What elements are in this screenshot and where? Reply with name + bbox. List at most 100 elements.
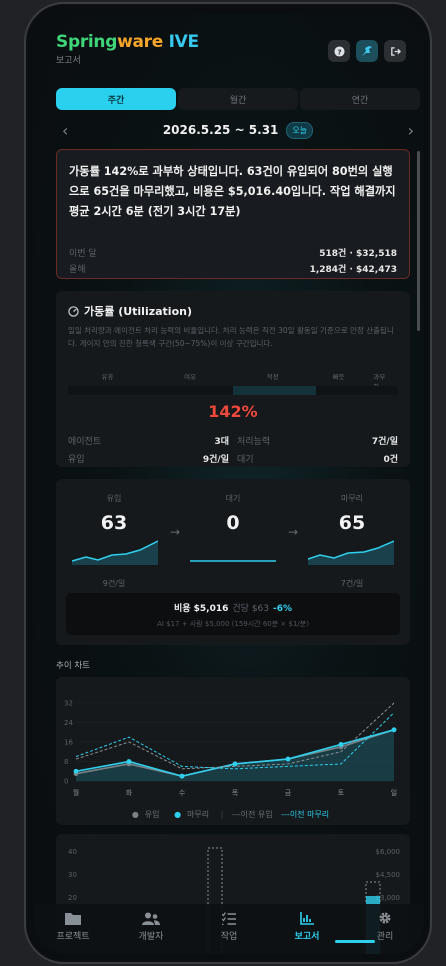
brand-ware: ware (117, 32, 163, 52)
legend-inflow-label: 유입 (144, 810, 160, 819)
utilization-card: 가동률 (Utilization) 일일 처리량과 에이전트 처리 능력의 비율… (56, 291, 410, 467)
data-point (391, 727, 397, 733)
summary-value: 518건 · $32,518 (319, 249, 397, 259)
nav-developers[interactable]: 개발자 (112, 904, 190, 954)
logout-button[interactable] (384, 40, 406, 62)
stat-value: 7건/일 (371, 437, 398, 447)
nav-tasks[interactable]: 작업 (190, 904, 268, 954)
chart-legend: ● 유입 ● 마무리 | ---이전 유입 ---이전 마무리 (34, 809, 424, 820)
nav-admin[interactable]: 관리 (346, 904, 424, 954)
today-badge[interactable]: 오늘 (286, 121, 314, 139)
inflow-sparkline (72, 540, 158, 565)
bird-button[interactable] (356, 40, 378, 62)
x-tick-label: 일 (391, 788, 397, 797)
chevron-left-icon[interactable]: ‹ (62, 121, 68, 140)
data-point (179, 773, 185, 779)
cost-chart-left-tick: 30 (68, 871, 77, 879)
nav-label: 개발자 (138, 932, 164, 942)
utilization-description: 일일 처리량과 에이전트 처리 능력의 비율입니다. 처리 능력은 직전 30일… (68, 326, 394, 348)
flow-card: 유입 63 9건/일 → 대기 0 → 마무리 65 7건/일 비용 $5,01… (56, 479, 410, 645)
flow-label: 대기 (225, 494, 241, 503)
data-point (126, 759, 132, 764)
legend-prev-inflow[interactable]: ---이전 유입 (232, 810, 273, 819)
legend-inflow[interactable]: ● 유입 (129, 810, 163, 819)
report-icon (300, 911, 314, 925)
scrollbar[interactable] (417, 151, 420, 331)
app-header: Springware IVE 보고서 ? (56, 32, 406, 72)
gauge-label: 여유 (184, 373, 197, 381)
cost-chart-left-tick: 40 (68, 848, 77, 856)
legend-done[interactable]: ● 마무리 (171, 810, 212, 819)
stat-value: 0건 (383, 455, 398, 465)
stat-value: 9건/일 (202, 455, 229, 465)
cost-breakdown: AI $17 + 사람 $5,000 (159시간 60분 × $1/분) (157, 620, 309, 628)
data-point (338, 742, 344, 747)
stat-value: 3대 (214, 437, 229, 447)
app-screen: Springware IVE 보고서 ? 주간 월간 연간 ‹ 2026.5.2… (34, 14, 424, 954)
brand-ive: IVE (168, 32, 200, 52)
y-tick-label: 8 (64, 758, 68, 766)
utilization-percent: 142% (208, 402, 258, 421)
stat-label: 대기 (237, 455, 254, 465)
help-button[interactable]: ? (328, 40, 350, 62)
gauge-labels: 유휴 여유 적정 빠듯 과부하 (68, 371, 398, 391)
brand-spring: Spring (56, 32, 118, 52)
nav-projects[interactable]: 프로젝트 (34, 904, 112, 954)
svg-text:?: ? (337, 47, 341, 56)
nav-label: 작업 (220, 932, 238, 942)
cost-total: 비용 $5,016 (173, 604, 229, 614)
summary-row-month: 이번 달 518건 · $32,518 (69, 246, 397, 259)
nav-active-indicator (335, 940, 375, 943)
x-tick-label: 토 (338, 789, 345, 797)
flow-rate: 7건/일 (340, 579, 364, 588)
checklist-icon (222, 911, 236, 925)
summary-value: 1,284건 · $42,473 (309, 265, 397, 275)
cost-per-item: 건당 $63 (232, 604, 270, 614)
chevron-right-icon[interactable]: › (408, 121, 414, 140)
cost-change: -6% (273, 604, 293, 614)
logout-icon (390, 46, 401, 56)
flow-value: 0 (226, 512, 240, 534)
legend-prev-done[interactable]: ---이전 마무리 (281, 810, 329, 819)
flow-value: 63 (100, 512, 128, 534)
data-point (232, 761, 238, 767)
x-tick-label: 수 (179, 789, 186, 797)
tab-monthly[interactable]: 월간 (178, 88, 298, 110)
x-tick-label: 월 (73, 788, 79, 797)
flow-label: 마무리 (340, 494, 364, 503)
tab-yearly[interactable]: 연간 (300, 88, 420, 110)
utilization-gauge (68, 386, 398, 395)
y-tick-label: 32 (64, 700, 73, 708)
gauge-label: 유휴 (101, 373, 114, 381)
cost-chart-right-tick: $6,000 (376, 848, 401, 856)
gauge-icon (68, 305, 79, 317)
cost-summary: 비용 $5,016 건당 $63 -6% AI $17 + 사람 $5,000 (1… (66, 593, 400, 635)
data-point (285, 756, 291, 762)
device-frame: Springware IVE 보고서 ? 주간 월간 연간 ‹ 2026.5.2… (24, 2, 432, 964)
nav-label: 프로젝트 (56, 932, 90, 942)
y-tick-label: 16 (64, 739, 73, 747)
help-icon: ? (333, 45, 345, 57)
trend-title: 추이 차트 (56, 661, 90, 671)
tab-weekly[interactable]: 주간 (56, 88, 176, 110)
summary-label: 이번 달 (69, 249, 97, 259)
legend-separator: | (220, 810, 224, 819)
x-tick-label: 화 (126, 789, 133, 797)
x-tick-label: 목 (232, 789, 239, 797)
users-icon (142, 912, 160, 925)
waiting-sparkline (190, 560, 276, 562)
gauge-label: 빠듯 (332, 373, 345, 381)
utilization-title: 가동률 (Utilization) (84, 305, 192, 318)
stat-label: 처리능력 (237, 437, 271, 447)
gear-icon (379, 912, 391, 924)
date-range: 2026.5.25 ~ 5.31 (162, 123, 279, 137)
bottom-navigation: 프로젝트 개발자 작업 보고서 관리 (34, 904, 424, 954)
stat-label: 유입 (68, 455, 85, 465)
cost-chart-left-tick: 20 (68, 894, 77, 902)
flow-value: 65 (338, 512, 366, 534)
period-tabs: 주간 월간 연간 (56, 88, 420, 110)
done-sparkline (308, 540, 394, 565)
legend-done-label: 마무리 (187, 810, 210, 819)
arrow-right-icon: → (170, 525, 181, 539)
nav-reports[interactable]: 보고서 (268, 904, 346, 954)
